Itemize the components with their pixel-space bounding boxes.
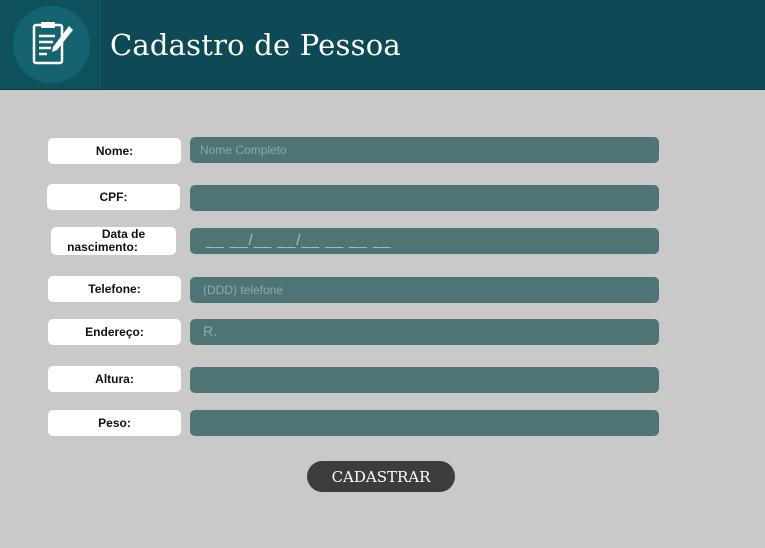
label-cpf: CPF:: [47, 184, 180, 210]
cpf-input[interactable]: [190, 185, 659, 211]
nome-input[interactable]: [190, 137, 659, 163]
logo-box: [0, 0, 101, 89]
logo-circle: [13, 6, 90, 83]
nascimento-input[interactable]: [190, 228, 659, 254]
peso-input[interactable]: [190, 410, 659, 436]
label-nascimento: Data de nascimento:: [51, 227, 176, 255]
page-title: Cadastro de Pessoa: [110, 28, 401, 62]
form-edit-icon: [32, 22, 73, 65]
cadastrar-button[interactable]: CADASTRAR: [307, 461, 455, 492]
header-bar: Cadastro de Pessoa: [0, 0, 765, 90]
label-nome: Nome:: [48, 138, 181, 164]
endereco-input[interactable]: [190, 319, 659, 345]
telefone-input[interactable]: [190, 277, 659, 303]
label-telefone: Telefone:: [48, 276, 181, 302]
label-endereco: Endereço:: [48, 319, 181, 345]
label-peso: Peso:: [48, 410, 181, 436]
altura-input[interactable]: [190, 367, 659, 393]
label-nascimento-line2: nascimento:: [67, 240, 138, 254]
label-altura: Altura:: [48, 366, 181, 392]
